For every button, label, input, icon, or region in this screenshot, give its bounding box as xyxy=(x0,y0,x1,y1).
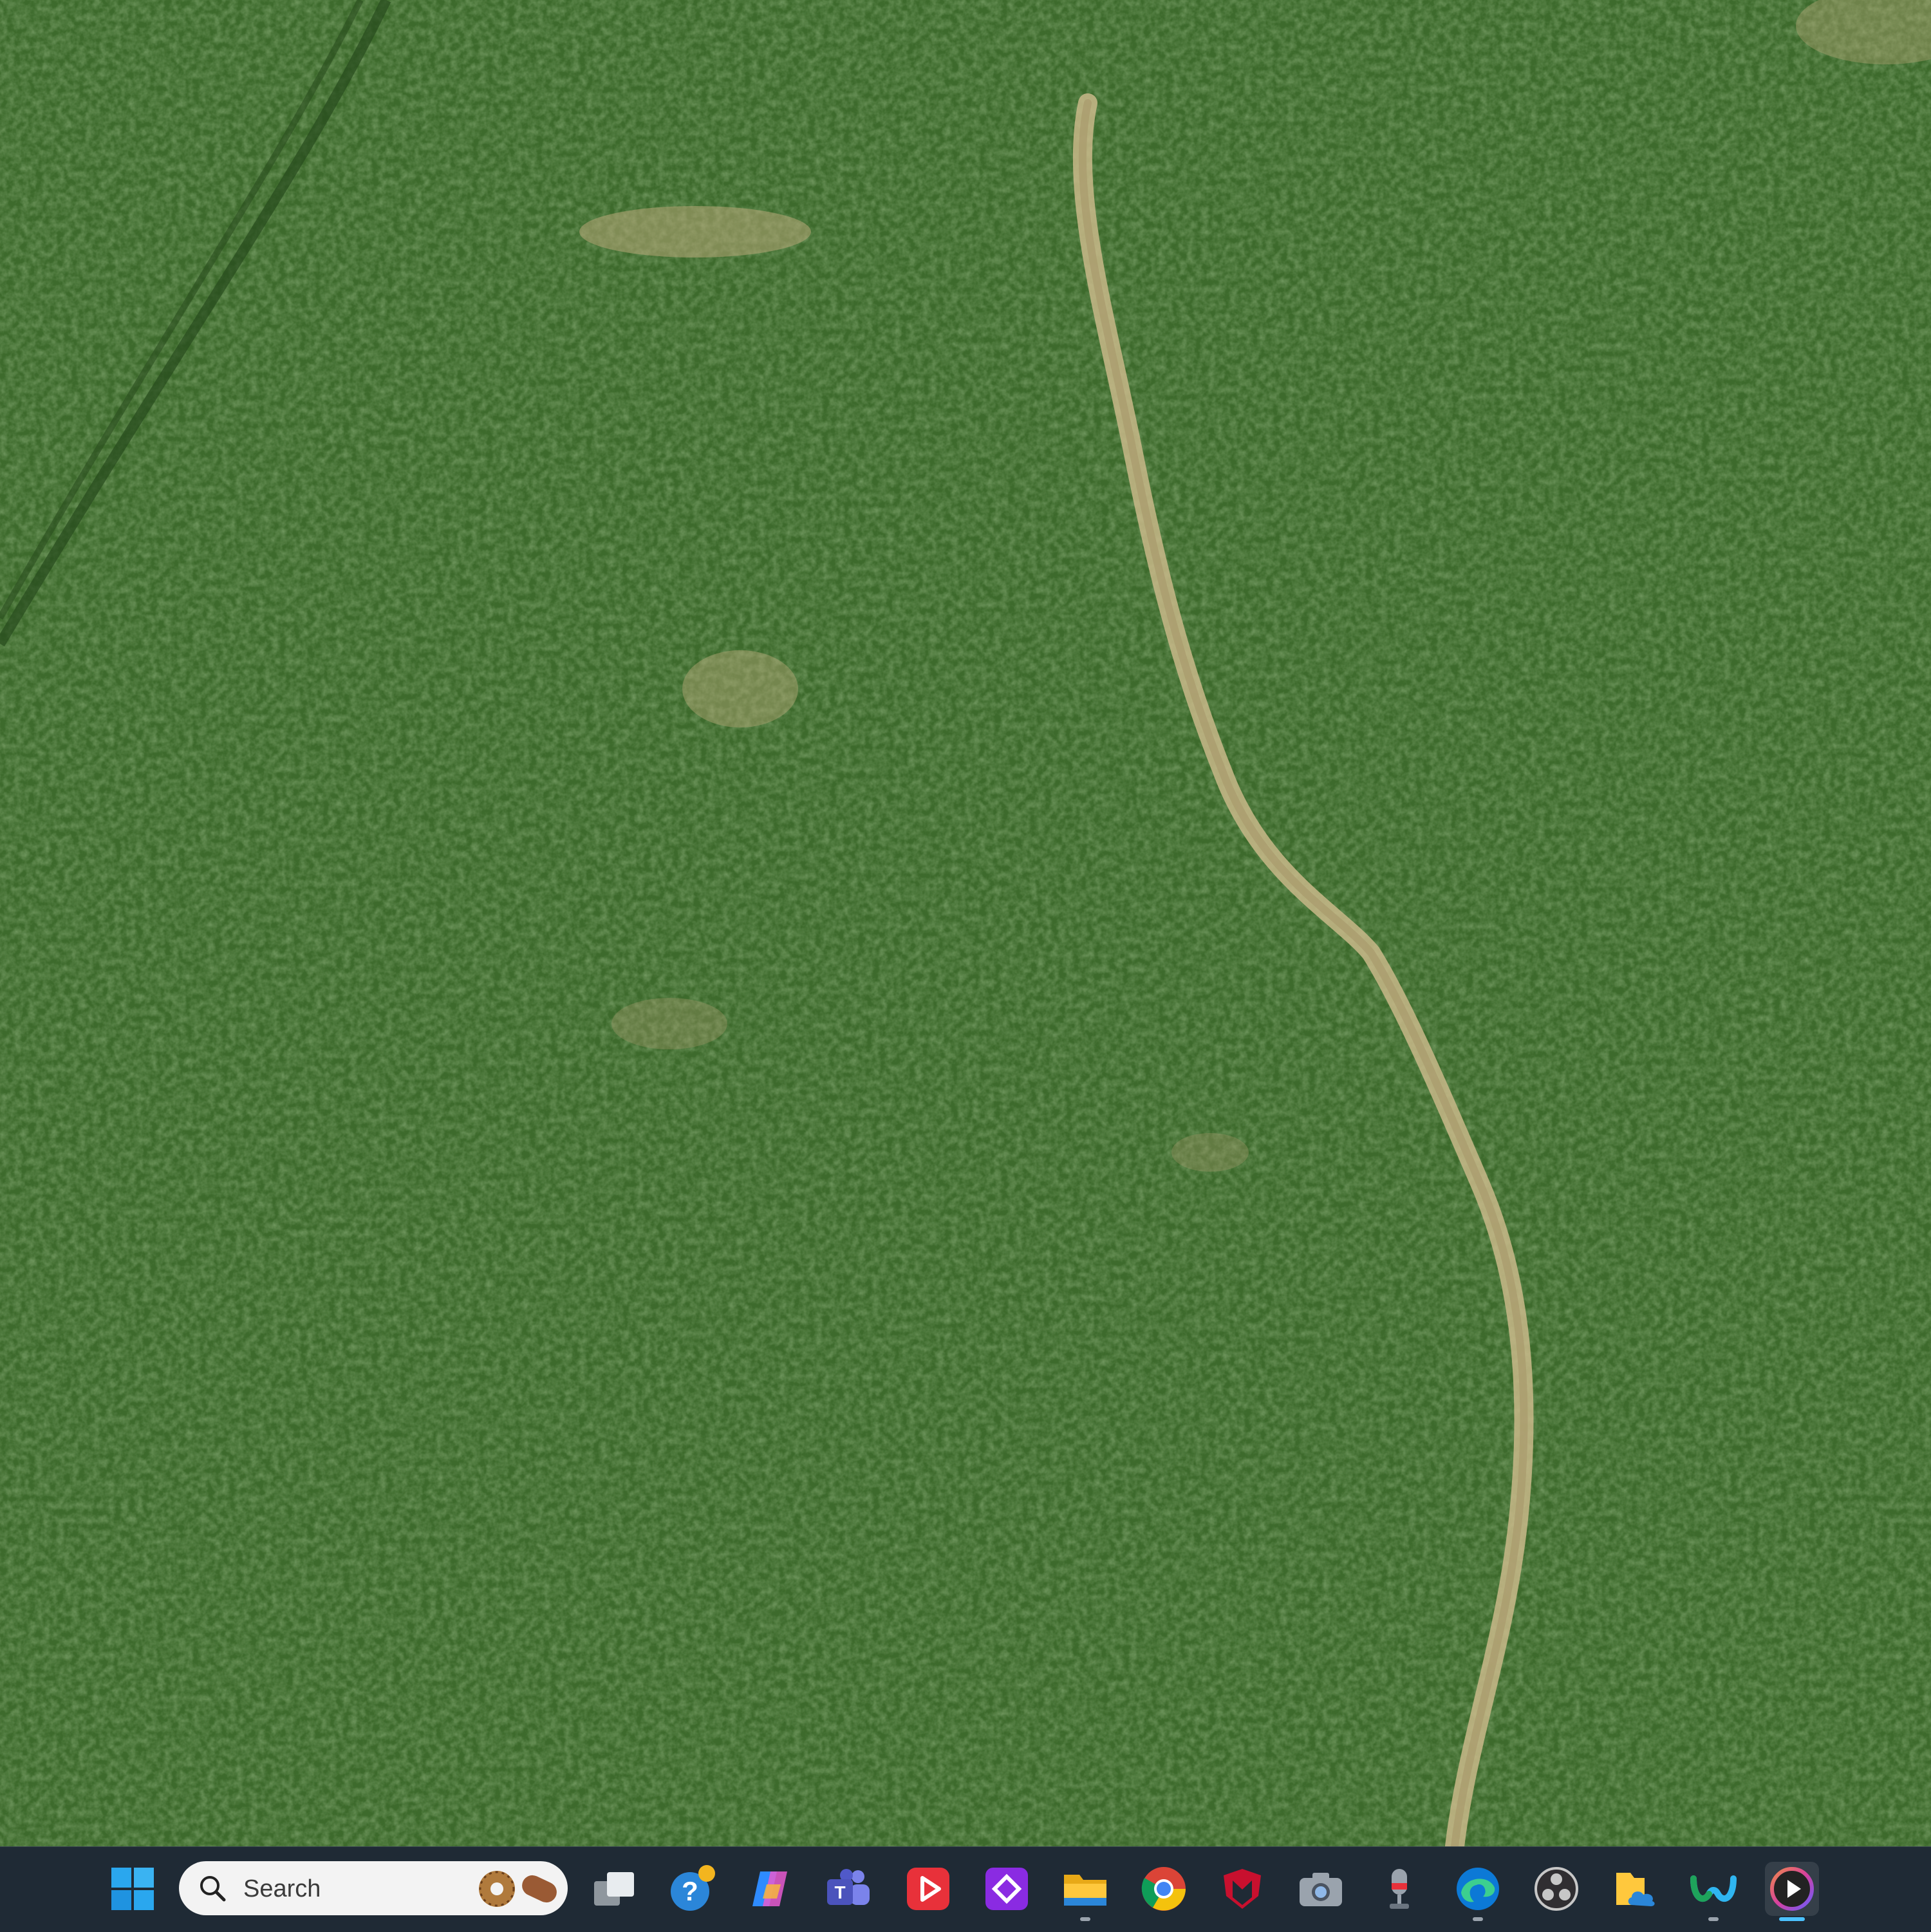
obs-icon xyxy=(1535,1867,1578,1911)
media-player-icon xyxy=(1770,1867,1814,1911)
mcafee-app[interactable] xyxy=(1215,1862,1269,1916)
get-help-app[interactable]: ? xyxy=(666,1862,720,1916)
task-view-button[interactable] xyxy=(587,1862,641,1916)
webex-app[interactable] xyxy=(1686,1862,1740,1916)
microphone-icon xyxy=(1390,1869,1409,1909)
edge-app[interactable] xyxy=(1451,1862,1505,1916)
red-play-icon xyxy=(907,1868,949,1910)
copilot-app[interactable] xyxy=(743,1862,797,1916)
search-icon xyxy=(200,1876,226,1902)
windows-logo-icon xyxy=(111,1868,154,1910)
purple-diamond-app[interactable] xyxy=(980,1862,1034,1916)
edge-icon xyxy=(1457,1868,1499,1910)
media-player-active-indicator xyxy=(1779,1917,1805,1921)
edge-running-indicator xyxy=(1473,1917,1483,1921)
copilot-icon xyxy=(752,1871,787,1906)
desktop-wallpaper xyxy=(0,0,1931,1846)
obs-app[interactable] xyxy=(1529,1862,1583,1916)
task-view-icon xyxy=(594,1872,634,1906)
camera-app[interactable] xyxy=(1294,1862,1348,1916)
file-explorer-running-indicator xyxy=(1080,1917,1090,1921)
webex-icon xyxy=(1690,1875,1737,1902)
media-player-app[interactable] xyxy=(1765,1862,1819,1916)
mcafee-shield-icon xyxy=(1224,1869,1261,1909)
svg-text:?: ? xyxy=(682,1876,698,1906)
start-button[interactable] xyxy=(106,1862,160,1916)
search-placeholder: Search xyxy=(243,1875,321,1902)
cloud-folder-icon xyxy=(1616,1873,1655,1906)
camera-icon xyxy=(1300,1873,1342,1906)
help-question-icon: ? xyxy=(671,1865,715,1911)
files-cloud-app[interactable] xyxy=(1608,1862,1662,1916)
wallpaper-art xyxy=(0,0,1931,1846)
chrome-app[interactable] xyxy=(1137,1862,1191,1916)
chrome-icon xyxy=(1141,1867,1186,1911)
webex-running-indicator xyxy=(1708,1917,1719,1921)
teams-icon: T xyxy=(827,1869,870,1905)
video-player-app[interactable] xyxy=(901,1862,955,1916)
folder-icon xyxy=(1064,1875,1106,1906)
file-explorer-app[interactable] xyxy=(1058,1862,1112,1916)
voice-recorder-app[interactable] xyxy=(1372,1862,1426,1916)
purple-diamond-icon xyxy=(985,1868,1028,1910)
svg-text:T: T xyxy=(834,1882,845,1902)
teams-app[interactable]: T xyxy=(821,1862,875,1916)
search-highlight-icon xyxy=(479,1871,557,1907)
